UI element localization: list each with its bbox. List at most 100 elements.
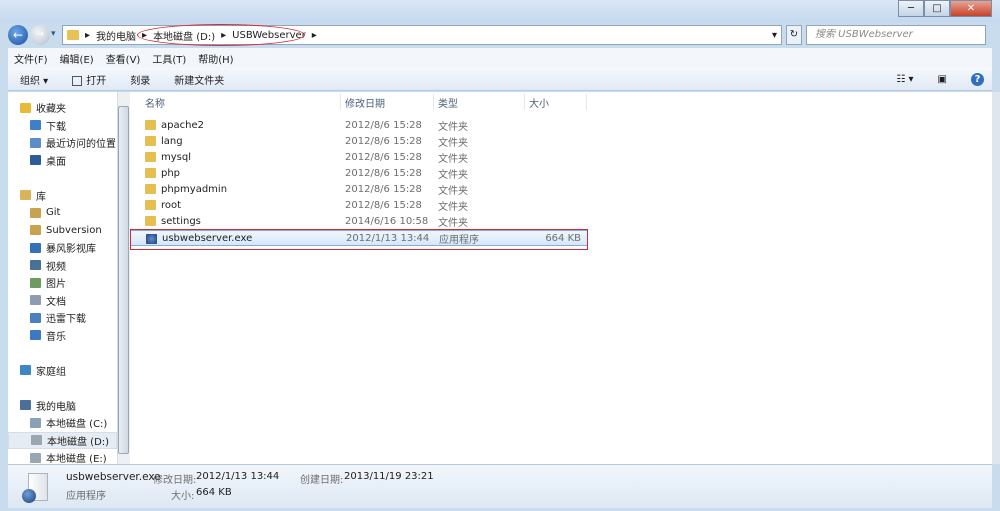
search-input[interactable]: 搜索 USBWebserver: [806, 25, 986, 45]
sidebar-item-label: 我的电脑: [36, 401, 76, 413]
sidebar-item[interactable]: 桌面: [8, 152, 117, 170]
file-list: 名称 修改日期 类型 大小 apache2 2012/8/6 15:28 文件夹 la…: [130, 92, 992, 464]
recent-icon: [30, 137, 41, 148]
sidebar-item[interactable]: 我的电脑: [8, 397, 117, 415]
library-icon: [30, 207, 41, 218]
sidebar-item[interactable]: 本地磁盘 (E:): [8, 449, 117, 464]
sidebar-item[interactable]: 下载: [8, 117, 117, 135]
file-row[interactable]: settings 2014/6/16 10:58 文件夹: [130, 213, 588, 229]
folder-icon: [145, 200, 156, 210]
sidebar-item-label: Git: [46, 207, 61, 219]
file-name: phpmyadmin: [161, 183, 228, 195]
folder-icon: [145, 152, 156, 162]
back-button[interactable]: ←: [8, 25, 28, 45]
sidebar-item[interactable]: 库: [8, 187, 117, 205]
download-icon: [30, 312, 41, 323]
folder-icon: [145, 168, 156, 178]
menu-tools[interactable]: 工具(T): [152, 51, 186, 66]
sidebar-item[interactable]: Git: [8, 204, 117, 222]
details-size-label: 大小:: [171, 491, 195, 502]
file-row[interactable]: root 2012/8/6 15:28 文件夹: [130, 197, 588, 213]
file-name: root: [161, 199, 182, 211]
column-name[interactable]: 名称: [145, 92, 165, 112]
file-row[interactable]: lang 2012/8/6 15:28 文件夹: [130, 133, 588, 149]
exe-icon: [20, 471, 50, 505]
sidebar-item-label: 收藏夹: [36, 104, 66, 116]
sidebar-item[interactable]: 视频: [8, 257, 117, 275]
details-type: 应用程序: [66, 491, 106, 502]
menu-edit[interactable]: 编辑(E): [60, 51, 94, 66]
details-filename: usbwebserver.exe: [66, 471, 161, 483]
menu-file[interactable]: 文件(F): [14, 51, 48, 66]
minimize-button[interactable]: ─: [898, 0, 924, 17]
details-created-label: 创建日期:: [300, 475, 344, 486]
breadcrumb-separator[interactable]: ▸: [312, 30, 317, 41]
file-row[interactable]: phpmyadmin 2012/8/6 15:28 文件夹: [130, 181, 588, 197]
sidebar-item[interactable]: 音乐: [8, 327, 117, 345]
close-button[interactable]: ✕: [950, 0, 992, 17]
breadcrumb-computer[interactable]: 我的电脑: [96, 28, 136, 43]
folder-icon: [145, 120, 156, 130]
file-row[interactable]: mysql 2012/8/6 15:28 文件夹: [130, 149, 588, 165]
sidebar-item-label: 家庭组: [36, 366, 66, 378]
column-type[interactable]: 类型: [438, 92, 458, 112]
views-button[interactable]: ☷ ▾: [896, 74, 913, 85]
sidebar-item-label: 本地磁盘 (E:): [46, 454, 107, 464]
sidebar-item-label: 视频: [46, 261, 66, 273]
file-date: 2012/8/6 15:28: [345, 167, 422, 179]
file-name: mysql: [161, 151, 191, 163]
sidebar-item[interactable]: 家庭组: [8, 362, 117, 380]
help-button[interactable]: ?: [971, 72, 984, 86]
column-size[interactable]: 大小: [529, 92, 549, 112]
open-button[interactable]: 打开: [72, 72, 106, 87]
file-date: 2012/8/6 15:28: [345, 199, 422, 211]
file-row[interactable]: php 2012/8/6 15:28 文件夹: [130, 165, 588, 181]
sidebar-item[interactable]: 收藏夹: [8, 99, 117, 117]
forward-button[interactable]: →: [30, 25, 50, 45]
new-folder-button[interactable]: 新建文件夹: [174, 72, 224, 87]
sidebar-item[interactable]: 图片: [8, 274, 117, 292]
drive-icon: [30, 417, 41, 428]
video-icon: [30, 242, 41, 253]
burn-button[interactable]: 刻录: [130, 72, 150, 87]
sidebar-item-label: Subversion: [46, 224, 102, 236]
file-date: 2012/8/6 15:28: [345, 119, 422, 131]
window-edge: [992, 92, 1000, 464]
history-dropdown[interactable]: ▾: [51, 29, 56, 39]
sidebar-item[interactable]: 本地磁盘 (D:): [8, 431, 117, 449]
window-controls: ─ □ ✕: [898, 0, 992, 17]
drive-icon: [31, 435, 42, 446]
preview-pane-button[interactable]: ▣: [938, 74, 947, 85]
sidebar-scroll-thumb[interactable]: [118, 106, 129, 454]
sidebar-item[interactable]: 文档: [8, 292, 117, 310]
video-icon: [30, 260, 41, 271]
address-dropdown[interactable]: ▾: [772, 30, 777, 41]
sidebar-item[interactable]: Subversion: [8, 222, 117, 240]
file-row[interactable]: apache2 2012/8/6 15:28 文件夹: [130, 117, 588, 133]
breadcrumb-separator[interactable]: ▸: [85, 30, 90, 41]
sidebar-item-label: 桌面: [46, 156, 66, 168]
menu-help[interactable]: 帮助(H): [198, 51, 233, 66]
library-icon: [30, 225, 41, 236]
file-type: 文件夹: [438, 185, 468, 197]
homegroup-icon: [20, 365, 31, 376]
sidebar-item-label: 下载: [46, 121, 66, 133]
menu-view[interactable]: 查看(V): [106, 51, 141, 66]
sidebar-item[interactable]: 本地磁盘 (C:): [8, 414, 117, 432]
menu-bar: 文件(F) 编辑(E) 查看(V) 工具(T) 帮助(H): [8, 48, 992, 68]
sidebar-item[interactable]: 最近访问的位置: [8, 134, 117, 152]
sidebar-item[interactable]: 暴风影视库: [8, 239, 117, 257]
organize-button[interactable]: 组织 ▾: [20, 72, 48, 87]
annotation-highlight-box: [130, 229, 588, 250]
folder-icon: [145, 216, 156, 226]
details-size: 664 KB: [196, 487, 232, 498]
sidebar-item[interactable]: 迅雷下载: [8, 309, 117, 327]
folder-icon: [67, 30, 79, 40]
maximize-button[interactable]: □: [924, 0, 950, 17]
refresh-button[interactable]: ↻: [786, 25, 802, 45]
file-name: lang: [161, 135, 183, 147]
folder-icon: [145, 184, 156, 194]
column-modified[interactable]: 修改日期: [345, 92, 385, 112]
